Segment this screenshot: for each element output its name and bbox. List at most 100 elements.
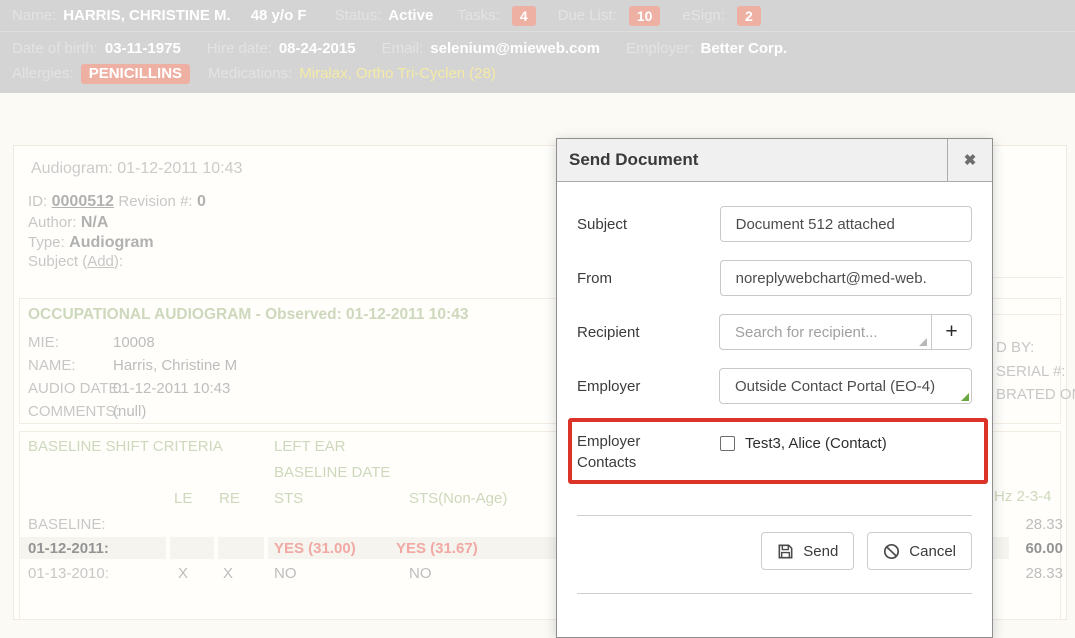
comments-value: (null) [113,403,146,420]
patient-header-rows: Date of birth: 03-11-1975 Hire date: 08-… [0,32,1075,93]
employer-contacts-row: Employer Contacts Test3, Alice (Contact) [577,422,972,485]
hire-date-label: Hire date: [207,40,272,57]
allergies-label: Allergies: [12,65,74,82]
cancel-button[interactable]: Cancel [867,532,972,570]
hire-date-value: 08-24-2015 [279,40,356,57]
right-section-divider-2 [986,314,1063,315]
due-list-badge[interactable]: 10 [629,6,661,26]
row-2011-hz: 60.00 [995,540,1063,557]
comments-label: COMMENTS: [28,403,120,420]
employer-input[interactable] [719,368,972,404]
author-label: Author: [28,214,76,231]
subject-add-link[interactable]: Add [87,253,114,270]
dob-label: Date of birth: [12,40,98,57]
recipient-field-row: Recipient + [577,314,972,350]
send-button-label: Send [803,543,838,560]
baseline-heading: BASELINE SHIFT CRITERIA [28,438,223,455]
due-list-label: Due List: [558,7,617,24]
add-recipient-button[interactable]: + [931,314,972,350]
dialog-header: Send Document ✖ [557,139,992,182]
employer-value: Better Corp. [700,40,787,57]
resize-grip-green-icon[interactable] [961,393,969,401]
subject-suffix: ): [114,253,123,270]
document-subject-line: Subject (Add): [28,253,123,271]
esign-badge[interactable]: 2 [737,6,761,26]
row-2010-re: X [223,565,233,582]
serial-fragment: SERIAL #: [996,363,1065,380]
audiogram-section-heading: OCCUPATIONAL AUDIOGRAM - Observed: 01-12… [28,306,468,324]
document-author-line: Author: N/A [28,214,108,232]
dialog-body: Subject From Recipient + Employer [557,182,992,594]
document-id-link[interactable]: 0000512 [52,193,114,210]
subject-prefix: Subject ( [28,253,87,270]
name-row-value: Harris, Christine M [113,357,237,374]
dialog-title: Send Document [557,139,947,181]
employer-field-row: Employer [577,368,972,404]
subject-input[interactable] [720,206,972,242]
col-header-sts-nonage: STS(Non-Age) [409,490,507,507]
employer-contacts-label-line2: Contacts [577,452,720,473]
row-2011-sts-nonage: YES (31.67) [396,540,478,557]
bottom-divider [577,593,972,594]
employer-contact-checkbox[interactable] [720,436,735,451]
employer-label: Employer: [626,40,694,57]
from-input[interactable] [720,260,972,296]
left-ear-heading: LEFT EAR [274,438,345,455]
document-id-label: ID: [28,193,47,210]
type-value: Audiogram [69,234,153,251]
close-icon: ✖ [964,151,977,169]
patient-header: Name: HARRIS, CHRISTINE M. 48 y/o F Stat… [0,0,1075,93]
subject-label: Subject [577,206,720,242]
name-row-label: NAME: [28,357,76,374]
row-highlight [170,537,214,559]
employer-input-wrap [719,368,972,404]
row-2010-sts-nonage: NO [409,565,432,582]
row-2010-hz: 28.33 [995,565,1063,582]
right-section-divider-1 [986,277,1063,278]
tasks-badge[interactable]: 4 [512,6,536,26]
col-header-sts: STS [274,490,303,507]
send-document-dialog: Send Document ✖ Subject From Recipient + [556,138,993,638]
baseline-row-hz: 28.33 [995,516,1063,533]
col-header-re: RE [219,490,240,507]
plus-icon: + [945,320,957,344]
baseline-row-label: BASELINE: [28,516,106,533]
mie-value: 10008 [113,334,155,351]
col-header-le: LE [174,490,192,507]
close-button[interactable]: ✖ [947,139,992,181]
ban-icon [883,543,900,560]
col-header-hz234: Hz 2-3-4 [994,488,1052,505]
row-2011-sts: YES (31.00) [274,540,356,557]
mie-label: MIE: [28,334,59,351]
author-value: N/A [81,214,109,231]
document-type-line: Type: Audiogram [28,234,154,252]
employer-contacts-label: Employer Contacts [577,431,720,485]
document-heading: Audiogram: 01-12-2011 10:43 [31,160,242,178]
contact-option: Test3, Alice (Contact) [720,431,887,485]
employer-contact-name[interactable]: Test3, Alice (Contact) [745,433,887,454]
row-2010-le: X [178,565,188,582]
calibrated-fragment: BRATED ON [996,386,1075,403]
recipient-input-group: + [719,314,972,350]
recipient-search-input[interactable] [719,314,932,350]
row-highlight [218,537,264,559]
row-2011-label: 01-12-2011: [28,540,109,557]
audio-date-label: AUDIO DATE: [28,380,123,397]
send-button[interactable]: Send [761,532,854,570]
patient-header-row3: Allergies: PENICILLINS Medications: Mira… [12,61,1063,86]
patient-name: HARRIS, CHRISTINE M. [63,7,231,24]
footer-divider [577,515,972,516]
employer-field-label: Employer [577,368,719,404]
status-label: Status: [335,7,382,24]
email-value: selenium@mieweb.com [430,40,600,57]
audio-date-value: 01-12-2011 10:43 [113,380,230,397]
resize-grip-icon[interactable] [919,338,927,346]
allergies-badge[interactable]: PENICILLINS [81,64,190,84]
from-field-row: From [577,260,972,296]
type-label: Type: [28,234,65,251]
row-2010-label: 01-13-2010: [28,565,109,582]
recipient-label: Recipient [577,314,719,350]
from-label: From [577,260,720,296]
tested-by-fragment: D BY: [996,339,1034,356]
medications-links[interactable]: Miralax, Ortho Tri-Cyclen (28) [299,65,496,82]
